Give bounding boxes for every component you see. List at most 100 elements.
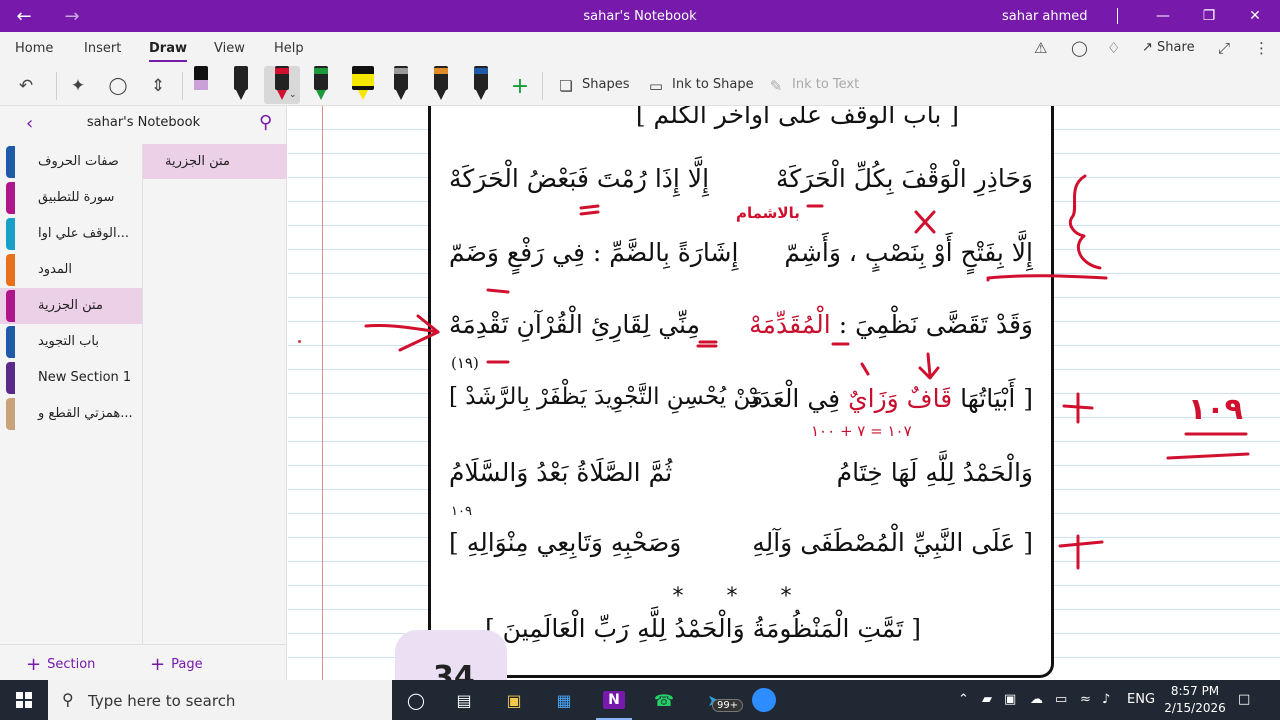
tab-view[interactable]: View xyxy=(214,41,245,56)
eraser-icon[interactable]: ◯ xyxy=(104,72,132,100)
zoom-icon[interactable] xyxy=(740,680,788,720)
ink-to-shape-button[interactable]: Ink to Shape xyxy=(672,77,754,92)
highlighter-purple-pen[interactable] xyxy=(188,66,214,104)
green-pen[interactable] xyxy=(308,66,334,104)
whatsapp-icon[interactable]: ☎ xyxy=(640,680,688,720)
webcam-icon[interactable]: ▣ xyxy=(1004,692,1016,707)
warning-icon[interactable]: ⚠ xyxy=(1034,39,1047,57)
search-icon[interactable]: ⚲ xyxy=(259,112,272,133)
clock-time: 8:57 PM xyxy=(1170,684,1220,698)
ribbon-tabs: Home Insert Draw View Help xyxy=(0,32,1280,64)
handwritten-note: بالاشمام xyxy=(736,204,800,222)
rainbow-pen[interactable] xyxy=(428,66,454,104)
share-button[interactable]: ↗ Share xyxy=(1142,40,1195,55)
notebook-name[interactable]: sahar's Notebook xyxy=(0,115,287,130)
clock-date: 2/15/2026 xyxy=(1164,701,1226,715)
back-arrow-icon[interactable]: ← xyxy=(0,0,48,32)
page-thumbnail[interactable]: 34 xyxy=(395,630,507,680)
clock[interactable]: 8:57 PM 2/15/2026 xyxy=(1160,683,1230,717)
tab-draw[interactable]: Draw xyxy=(149,41,187,62)
forward-arrow-icon[interactable]: → xyxy=(48,0,96,32)
tab-home[interactable]: Home xyxy=(15,41,53,56)
battery-icon[interactable]: ▭ xyxy=(1055,692,1067,707)
handwritten-number: ١٠٩ xyxy=(1188,392,1243,427)
wifi-icon[interactable]: ≈ xyxy=(1080,692,1091,707)
add-page-label: Page xyxy=(171,657,203,672)
undo-icon[interactable]: ↶ xyxy=(12,72,40,100)
shapes-button[interactable]: Shapes xyxy=(582,77,629,92)
section-item[interactable]: همزتي القطع و... xyxy=(0,396,142,432)
section-item[interactable]: الوقف علي اوا... xyxy=(0,216,142,252)
galaxy-pen[interactable] xyxy=(388,66,414,104)
windows-taskbar: ⚲ Type here to search ◯ ▤ ▣ ▦ N ☎ ➤ 99+ … xyxy=(0,680,1280,720)
section-color-tab xyxy=(6,146,15,178)
share-label: Share xyxy=(1157,40,1195,55)
section-label: الوقف علي اوا... xyxy=(38,226,130,241)
section-item[interactable]: باب التجويد xyxy=(0,324,142,360)
section-item[interactable]: New Section 1 xyxy=(0,360,142,396)
windows-logo-icon xyxy=(16,692,32,708)
blue-pen[interactable] xyxy=(468,66,494,104)
section-list: صفات الحروف سورة للتطبيق الوقف علي اوا..… xyxy=(0,144,142,432)
section-label: باب التجويد xyxy=(38,334,99,349)
microphone-icon[interactable]: ▰ xyxy=(982,692,992,707)
store-icon[interactable]: ▦ xyxy=(540,680,588,720)
page-label: متن الجزرية xyxy=(165,154,230,169)
section-color-tab xyxy=(6,398,15,430)
action-center-icon[interactable]: □ xyxy=(1238,692,1250,707)
close-icon[interactable]: ✕ xyxy=(1232,0,1278,32)
onenote-icon[interactable]: N xyxy=(590,680,638,720)
user-name[interactable]: sahar ahmed xyxy=(1002,9,1088,24)
shapes-icon[interactable]: ❏ xyxy=(552,72,580,100)
lightbulb-icon[interactable]: ◯ xyxy=(1071,39,1088,57)
file-explorer-icon[interactable]: ▣ xyxy=(490,680,538,720)
cortana-icon[interactable]: ◯ xyxy=(392,680,440,720)
tab-help[interactable]: Help xyxy=(274,41,304,56)
yellow-highlighter[interactable] xyxy=(348,66,378,104)
add-section-button[interactable]: + Section xyxy=(26,654,95,675)
ink-to-text-icon: ✎ xyxy=(769,77,783,95)
add-page-button[interactable]: + Page xyxy=(150,654,203,675)
volume-icon[interactable]: ♪ xyxy=(1102,692,1110,707)
page-canvas[interactable]: [ باب الوقف على أواخر الكلم ] وَحَاذِرِ … xyxy=(288,106,1280,680)
add-pen-icon[interactable]: + xyxy=(506,72,534,100)
start-button[interactable] xyxy=(0,680,48,720)
section-label: همزتي القطع و... xyxy=(38,406,133,421)
title-separator xyxy=(1117,8,1118,24)
toolbar-divider xyxy=(182,72,183,100)
section-item[interactable]: سورة للتطبيق xyxy=(0,180,142,216)
red-pen[interactable]: ⌄ xyxy=(264,66,300,104)
section-color-tab xyxy=(6,290,15,322)
plus-icon: + xyxy=(150,654,166,675)
expand-icon[interactable]: ⤢ xyxy=(1218,39,1230,57)
black-pen[interactable] xyxy=(228,66,254,104)
ink-underline xyxy=(986,274,1108,280)
cloud-icon[interactable]: ☁ xyxy=(1030,692,1043,707)
share-icon: ↗ xyxy=(1142,40,1153,55)
section-item[interactable]: المدود xyxy=(0,252,142,288)
toolbar-divider xyxy=(56,72,57,100)
add-space-icon[interactable]: ⇕ xyxy=(144,72,172,100)
minimize-icon[interactable]: — xyxy=(1140,0,1186,32)
chevron-up-icon[interactable]: ⌃ xyxy=(958,692,969,707)
more-options-icon[interactable]: ⋮ xyxy=(1254,39,1269,57)
lasso-select-icon[interactable]: ✦ xyxy=(64,72,92,100)
restore-icon[interactable]: ❐ xyxy=(1186,0,1232,32)
task-view-icon[interactable]: ▤ xyxy=(440,680,488,720)
section-color-tab xyxy=(6,182,15,214)
bell-icon[interactable]: ♢ xyxy=(1107,39,1120,57)
chevron-down-icon: ⌄ xyxy=(289,90,297,100)
section-item-active[interactable]: متن الجزرية xyxy=(0,288,142,324)
ink-to-shape-icon[interactable]: ▭ xyxy=(642,72,670,100)
page-list: متن الجزرية xyxy=(142,144,287,644)
search-placeholder: Type here to search xyxy=(88,692,236,710)
navigation-pane: ‹ sahar's Notebook ⚲ صفات الحروف سورة لل… xyxy=(0,106,287,680)
section-item[interactable]: صفات الحروف xyxy=(0,144,142,180)
language-indicator[interactable]: ENG xyxy=(1127,692,1155,707)
taskbar-search[interactable]: ⚲ Type here to search xyxy=(48,680,392,720)
search-icon: ⚲ xyxy=(62,690,74,709)
section-color-tab xyxy=(6,362,15,394)
page-item-active[interactable]: متن الجزرية xyxy=(143,144,287,179)
plus-icon: + xyxy=(26,654,42,675)
tab-insert[interactable]: Insert xyxy=(84,41,121,56)
